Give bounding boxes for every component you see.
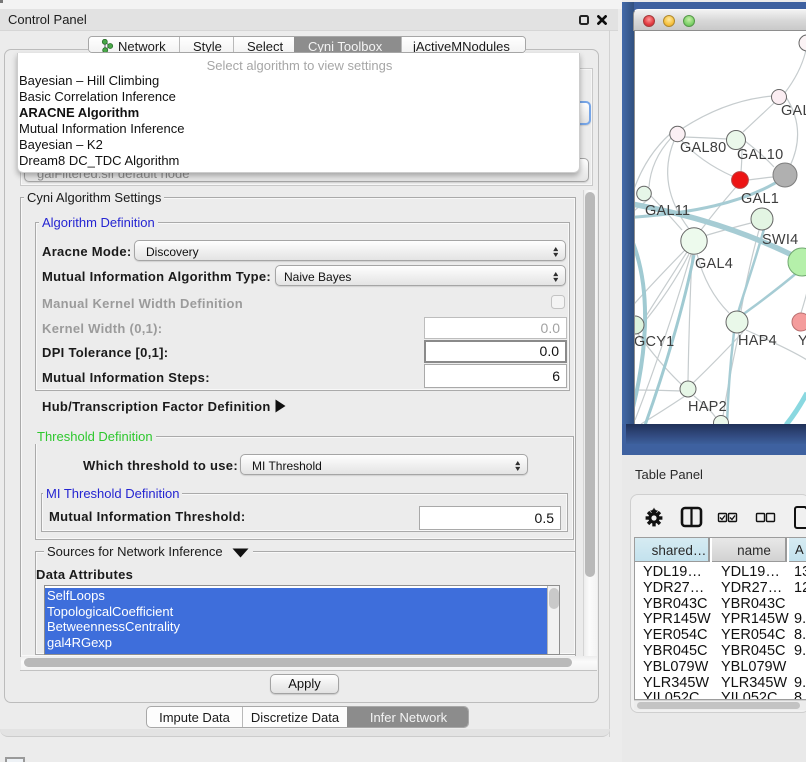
svg-text:GAL2: GAL2 <box>781 103 806 119</box>
svg-text:HAP2: HAP2 <box>688 399 727 415</box>
svg-text:GAL4: GAL4 <box>695 256 733 272</box>
svg-text:YM: YM <box>798 333 806 349</box>
svg-text:GAL80: GAL80 <box>680 140 726 156</box>
svg-text:GAL1: GAL1 <box>741 191 779 207</box>
svg-text:SWI4: SWI4 <box>762 232 798 248</box>
svg-text:GCY1: GCY1 <box>635 334 675 350</box>
svg-text:HAP4: HAP4 <box>738 333 777 349</box>
svg-text:GAL10: GAL10 <box>737 147 783 163</box>
svg-text:GAL11: GAL11 <box>645 203 690 219</box>
